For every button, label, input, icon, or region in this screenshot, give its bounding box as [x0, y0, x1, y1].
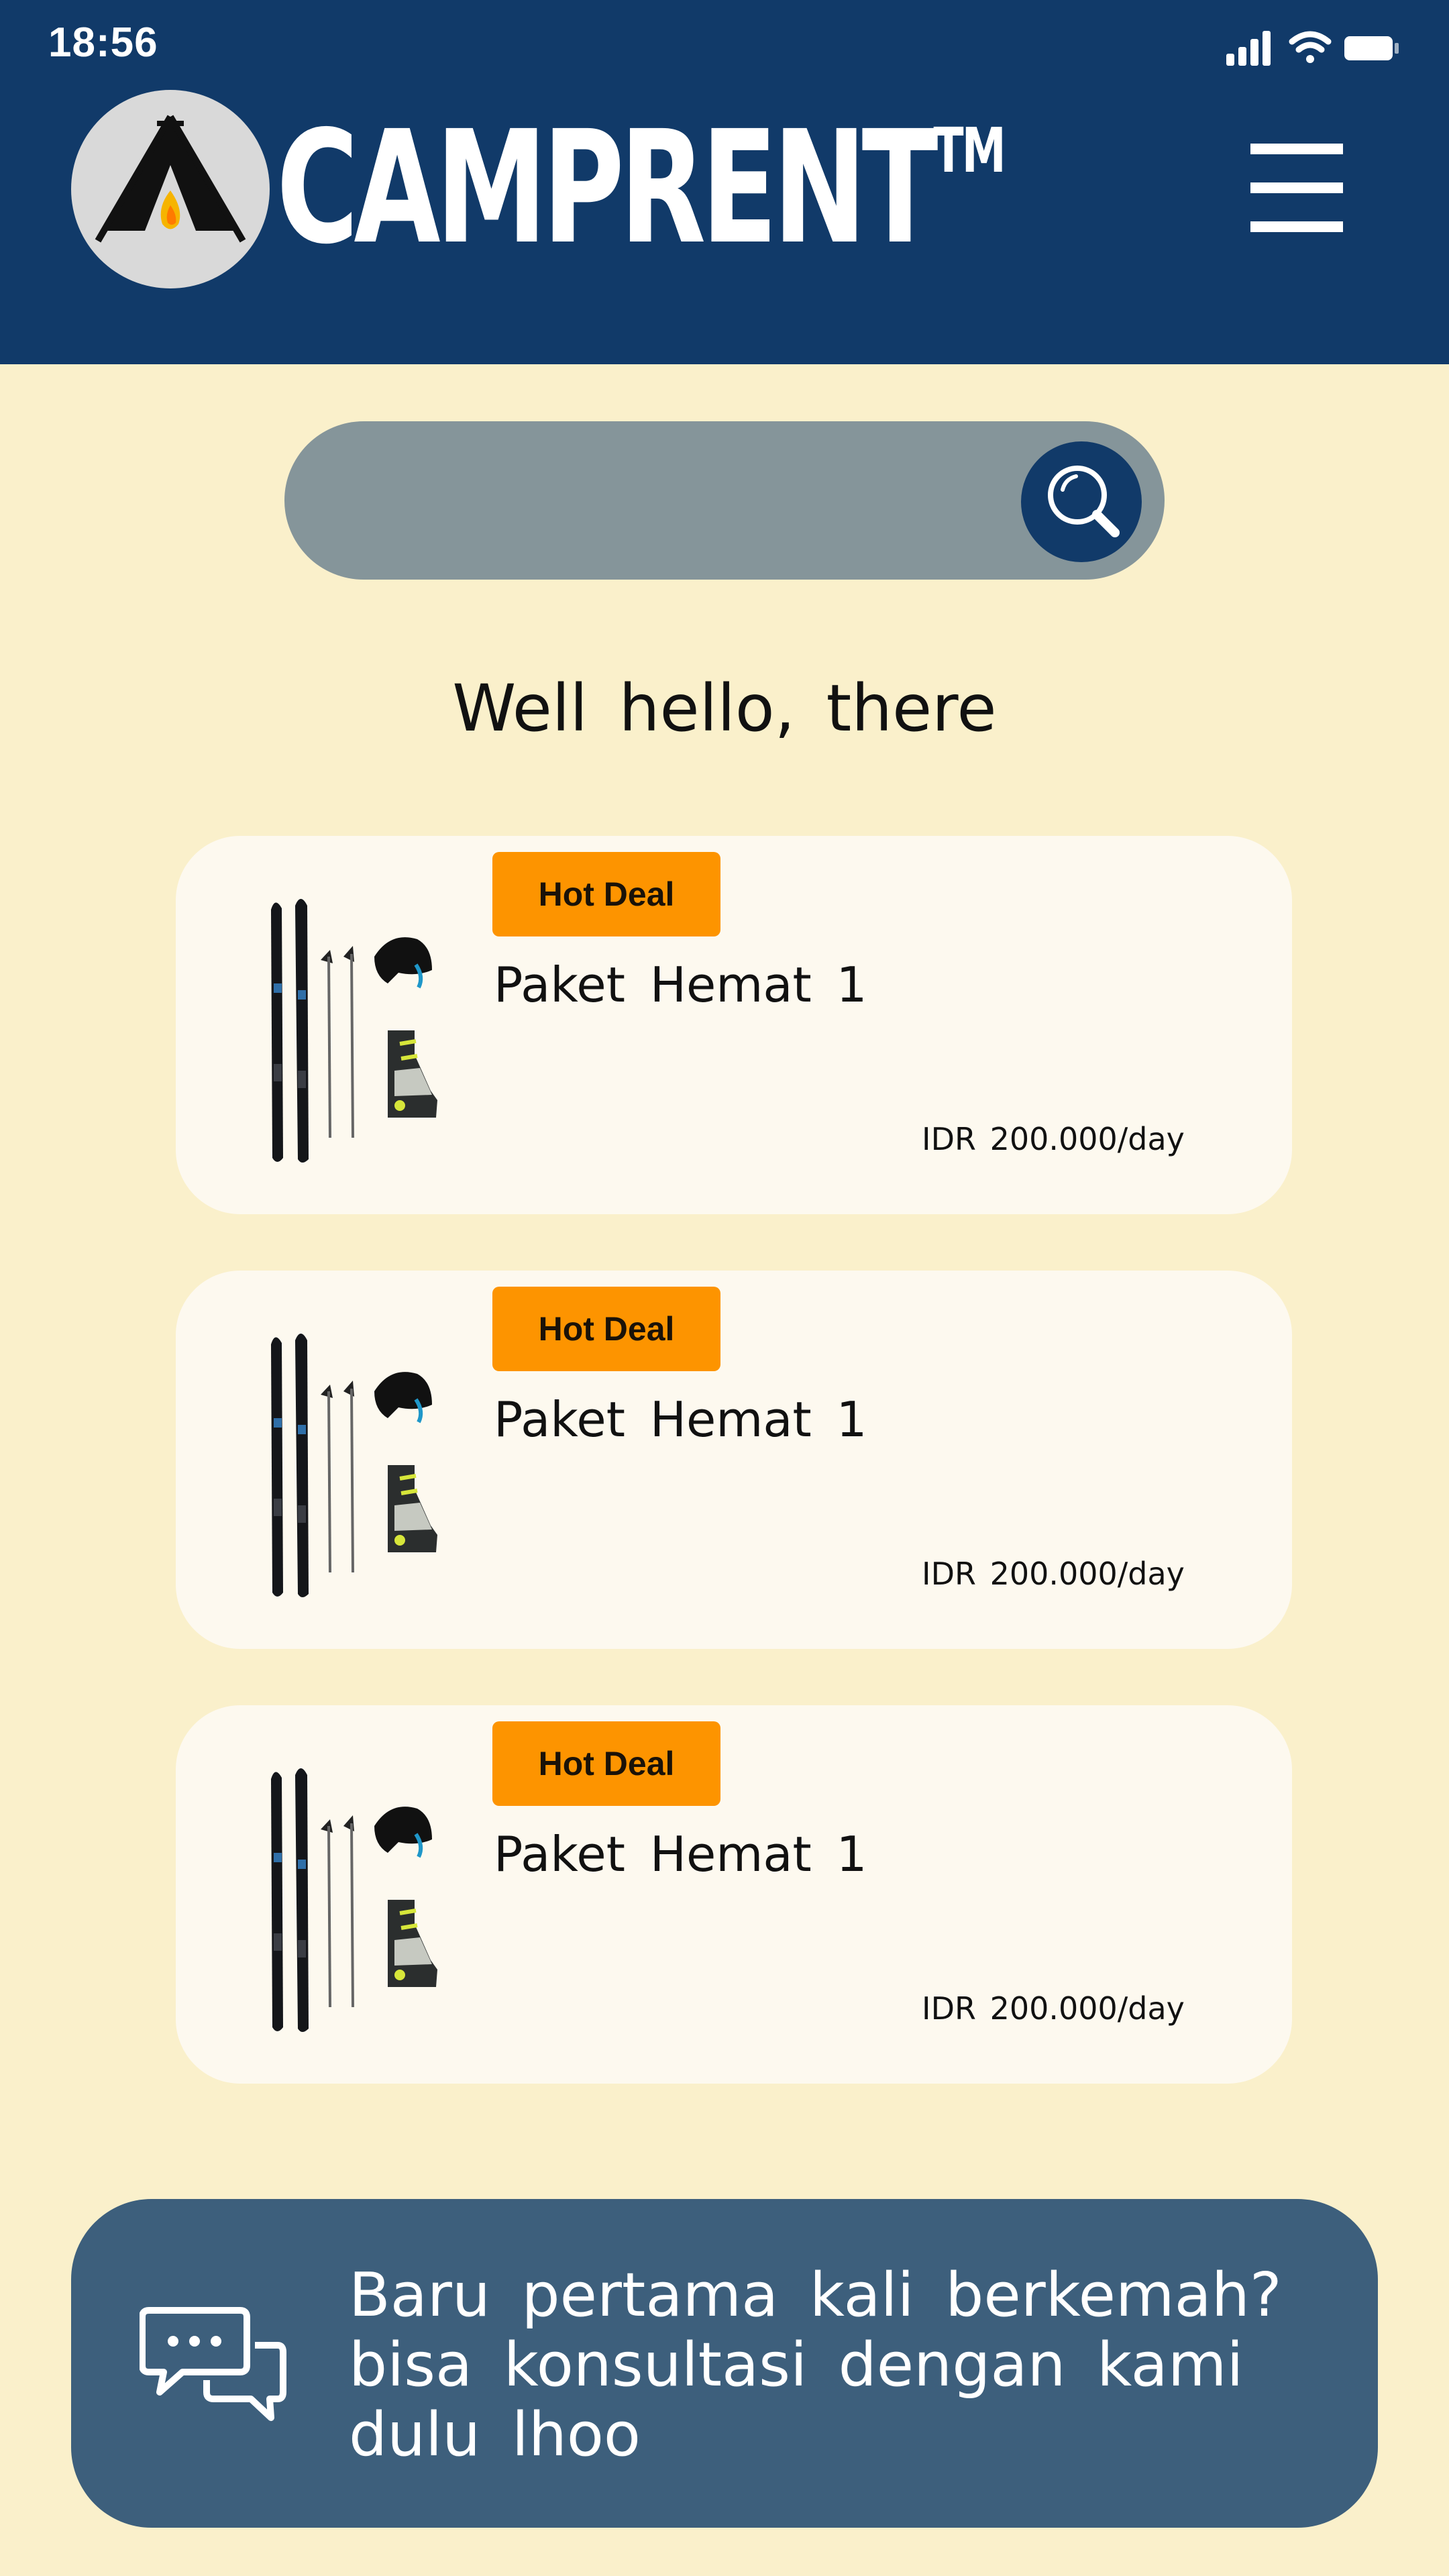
tent-campfire-icon — [95, 115, 246, 243]
ski-equipment-set-image — [271, 899, 437, 1163]
wifi-icon — [1289, 31, 1332, 63]
consultation-banner[interactable]: Baru pertama kali berkemah? bisa konsult… — [71, 2199, 1378, 2528]
deal-card[interactable]: Hot Deal Paket Hemat 1 IDR 200.000/day — [176, 1705, 1292, 2084]
consultation-text: Baru pertama kali berkemah? bisa konsult… — [349, 2261, 1342, 2470]
ski-equipment-set-image — [271, 1768, 437, 2032]
search-button[interactable] — [1021, 441, 1142, 562]
logo[interactable] — [71, 90, 270, 288]
deal-card[interactable]: Hot Deal Paket Hemat 1 IDR 200.000/day — [176, 1271, 1292, 1649]
app-header: 18:56 CAMPRENTTM — [0, 0, 1449, 364]
search-bar — [284, 421, 1165, 580]
brand-logo-text: CAMPRENTTM — [276, 101, 1006, 275]
card-price: IDR 200.000/day — [922, 1990, 1185, 2027]
chat-bubbles-icon — [140, 2307, 286, 2421]
brand-name: CAMPRENT — [276, 97, 938, 278]
consultation-line-3: dulu lhoo — [349, 2400, 641, 2470]
card-title: Paket Hemat 1 — [494, 957, 867, 1013]
card-title: Paket Hemat 1 — [494, 1826, 867, 1882]
cellular-signal-icon — [1226, 31, 1271, 66]
hot-deal-badge: Hot Deal — [492, 1721, 720, 1806]
card-price: IDR 200.000/day — [922, 1556, 1185, 1592]
search-input[interactable] — [338, 462, 1012, 541]
greeting-text: Well hello, there — [452, 671, 997, 746]
consultation-line-2: bisa konsultasi dengan kami — [349, 2330, 1244, 2400]
battery-icon — [1344, 36, 1399, 60]
card-title: Paket Hemat 1 — [494, 1391, 867, 1448]
search-icon — [1048, 466, 1120, 537]
menu-button[interactable] — [1245, 141, 1346, 235]
status-time: 18:56 — [48, 19, 158, 66]
trademark: TM — [933, 115, 1006, 186]
consultation-line-1: Baru pertama kali berkemah? — [349, 2260, 1282, 2330]
card-price: IDR 200.000/day — [922, 1121, 1185, 1157]
hot-deal-badge: Hot Deal — [492, 852, 720, 936]
deal-card[interactable]: Hot Deal Paket Hemat 1 IDR 200.000/day — [176, 836, 1292, 1214]
status-icons — [1226, 31, 1399, 66]
hot-deal-badge: Hot Deal — [492, 1287, 720, 1371]
ski-equipment-set-image — [271, 1334, 437, 1597]
